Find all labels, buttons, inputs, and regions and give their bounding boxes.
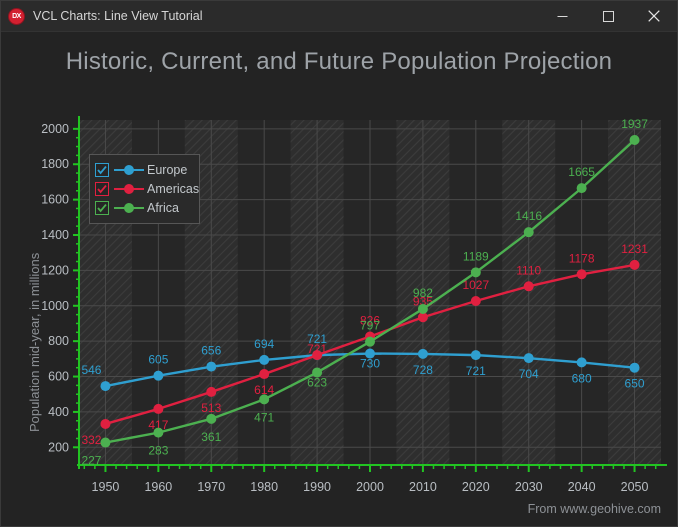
series-point[interactable] — [206, 413, 217, 424]
series-point-label: 605 — [148, 353, 168, 367]
series-point-label: 1178 — [569, 251, 595, 265]
series-point-label: 721 — [307, 342, 327, 356]
series-point-label: 730 — [360, 357, 380, 371]
legend-label-americas: Americas — [147, 182, 200, 196]
y-axis-tick-label: 1800 — [41, 157, 69, 171]
series-point-label: 471 — [254, 410, 274, 424]
series-point-label: 680 — [572, 371, 592, 385]
x-axis-tick-label: 2030 — [515, 480, 543, 494]
series-point-label: 1416 — [515, 209, 542, 223]
series-point[interactable] — [576, 357, 587, 368]
x-axis-tick-label: 2000 — [356, 480, 384, 494]
series-point-label: 513 — [201, 401, 221, 415]
series-point-label: 650 — [625, 377, 645, 391]
series-point[interactable] — [153, 370, 164, 381]
close-button[interactable] — [631, 1, 677, 31]
series-point-label: 332 — [81, 433, 101, 447]
legend-checkbox-americas[interactable] — [95, 182, 109, 196]
legend-item-americas[interactable]: Americas — [95, 180, 199, 198]
series-point-label: 728 — [413, 363, 433, 377]
dx-logo-icon: DX — [8, 7, 25, 25]
series-point[interactable] — [206, 361, 217, 372]
legend-checkbox-africa[interactable] — [95, 201, 109, 215]
series-point[interactable] — [523, 281, 534, 292]
legend-marker-europe — [114, 163, 144, 177]
x-axis-tick-label: 2050 — [621, 480, 649, 494]
series-point[interactable] — [470, 295, 481, 306]
series-point[interactable] — [417, 303, 428, 314]
window-title: VCL Charts: Line View Tutorial — [33, 9, 203, 23]
y-axis-tick-label: 800 — [48, 334, 69, 348]
y-axis-tick-label: 2000 — [41, 122, 69, 136]
series-point[interactable] — [365, 336, 375, 347]
series-point[interactable] — [576, 183, 587, 194]
series-point[interactable] — [153, 403, 164, 414]
series-point[interactable] — [100, 437, 111, 448]
series-point[interactable] — [576, 269, 587, 280]
series-point-label: 1937 — [621, 117, 648, 131]
plot-canvas: 200 400 600 800 1000 1200 1400 1600 1800 2000 1950… — [41, 116, 667, 494]
series-point-label: 694 — [254, 337, 274, 351]
series-point[interactable] — [470, 350, 481, 361]
series-point-label: 1665 — [568, 165, 595, 179]
series-point[interactable] — [259, 354, 270, 365]
minimize-button[interactable] — [539, 1, 585, 31]
y-axis-tick-label: 1200 — [41, 263, 69, 277]
series-point[interactable] — [100, 418, 111, 429]
series-point-label: 656 — [201, 344, 221, 358]
source-footer: From www.geohive.com — [527, 502, 661, 516]
legend-label-europe: Europe — [147, 163, 188, 177]
series-point[interactable] — [629, 362, 640, 373]
series-point-label: 283 — [148, 444, 168, 458]
series-point-label: 1231 — [621, 242, 648, 256]
series-point[interactable] — [100, 381, 111, 392]
chart-area: Historic, Current, and Future Population… — [1, 32, 677, 526]
window-controls — [539, 1, 677, 31]
app-window: DX VCL Charts: Line View Tutorial Histor… — [0, 0, 678, 527]
y-axis-tick-label: 1000 — [41, 299, 69, 313]
y-axis-tick-label: 1600 — [41, 193, 69, 207]
series-point-label: 1110 — [516, 263, 541, 277]
title-bar: DX VCL Charts: Line View Tutorial — [1, 1, 677, 32]
series-point[interactable] — [259, 369, 270, 380]
series-point-label: 623 — [307, 375, 327, 389]
series-point-label: 721 — [466, 364, 486, 378]
x-axis-tick-label: 1960 — [144, 480, 172, 494]
legend-marker-americas — [114, 182, 144, 196]
x-axis-tick-label: 1950 — [92, 480, 120, 494]
legend-checkbox-europe[interactable] — [95, 163, 109, 177]
y-axis-tick-label: 200 — [48, 440, 69, 454]
series-point[interactable] — [629, 134, 640, 145]
legend-item-africa[interactable]: Africa — [95, 199, 193, 217]
y-axis-tick-label: 1400 — [41, 228, 69, 242]
maximize-button[interactable] — [585, 1, 631, 31]
series-point-label: 227 — [81, 454, 101, 468]
x-axis-tick-label: 1990 — [303, 480, 331, 494]
series-point-label: 361 — [201, 430, 221, 444]
x-axis-tick-label: 1970 — [197, 480, 225, 494]
series-point-label: 704 — [519, 367, 539, 381]
legend-label-africa: Africa — [147, 201, 179, 215]
y-axis-tick-label: 400 — [48, 405, 69, 419]
series-point-label: 1189 — [463, 249, 489, 263]
chart-legend: Europe Americas Africa — [89, 154, 200, 224]
series-point[interactable] — [470, 267, 481, 278]
series-point-label: 546 — [81, 363, 101, 377]
series-point[interactable] — [153, 427, 164, 438]
series-point[interactable] — [417, 348, 428, 359]
series-point-label: 982 — [413, 286, 433, 300]
series-point[interactable] — [259, 394, 270, 405]
x-axis-tick-label: 1980 — [250, 480, 278, 494]
x-axis-tick-label: 2020 — [462, 480, 490, 494]
x-axis-tick-label: 2010 — [409, 480, 437, 494]
series-point[interactable] — [206, 386, 217, 397]
series-point[interactable] — [523, 353, 534, 364]
x-axis-tick-label: 2040 — [568, 480, 596, 494]
series-point[interactable] — [629, 259, 640, 270]
series-point[interactable] — [523, 227, 534, 238]
y-axis-tick-label: 600 — [48, 370, 69, 384]
legend-item-europe[interactable]: Europe — [95, 161, 193, 179]
legend-marker-africa — [114, 201, 144, 215]
series-point-label: 797 — [360, 319, 380, 333]
